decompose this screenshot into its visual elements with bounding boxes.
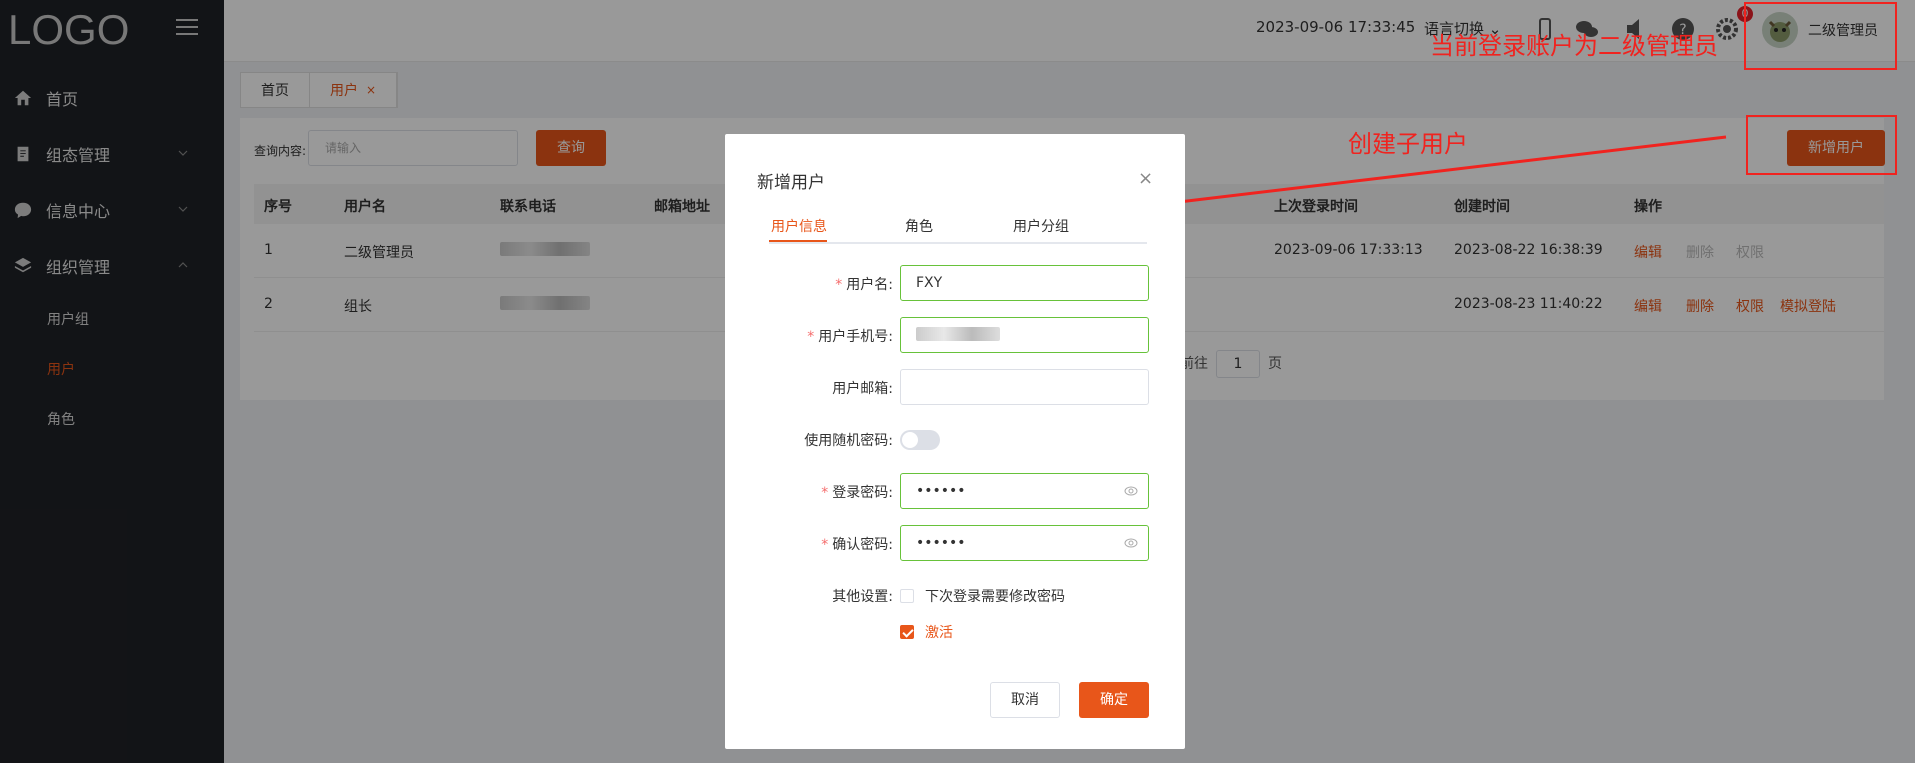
other-settings-label: 其他设置: [832, 589, 893, 605]
confirm-password-input[interactable]: •••••• [900, 525, 1149, 561]
password-label: * 登录密码: [821, 485, 893, 501]
random-password-toggle[interactable] [900, 430, 940, 450]
confirm-button[interactable]: 确定 [1079, 682, 1149, 718]
close-icon[interactable]: × [1138, 168, 1153, 189]
phone-label: * 用户手机号: [807, 329, 893, 345]
tab-user-info[interactable]: 用户信息 [771, 216, 827, 236]
cancel-button[interactable]: 取消 [990, 682, 1060, 718]
eye-icon[interactable] [1124, 485, 1138, 497]
activate-checkbox[interactable] [900, 625, 914, 639]
tab-role[interactable]: 角色 [905, 216, 933, 236]
tab-user-group[interactable]: 用户分组 [1013, 216, 1069, 236]
phone-input[interactable] [900, 317, 1149, 353]
tab-ink-bar [769, 240, 827, 242]
change-password-checkbox[interactable] [900, 589, 914, 603]
email-input[interactable] [900, 369, 1149, 405]
add-user-dialog: 新增用户 × 用户信息 角色 用户分组 * 用户名: FXY * 用户手机号: 用户… [725, 134, 1185, 749]
confirm-password-label: * 确认密码: [821, 537, 893, 553]
dialog-title: 新增用户 [757, 173, 825, 193]
change-password-option[interactable]: 下次登录需要修改密码 [925, 586, 1065, 606]
activate-option[interactable]: 激活 [925, 622, 953, 642]
password-input[interactable]: •••••• [900, 473, 1149, 509]
username-label: * 用户名: [835, 277, 893, 293]
eye-icon[interactable] [1124, 537, 1138, 549]
username-input[interactable]: FXY [900, 265, 1149, 301]
email-label: 用户邮箱: [832, 381, 893, 397]
dialog-tabs: 用户信息 角色 用户分组 [769, 212, 1147, 244]
random-password-label: 使用随机密码: [804, 433, 893, 449]
